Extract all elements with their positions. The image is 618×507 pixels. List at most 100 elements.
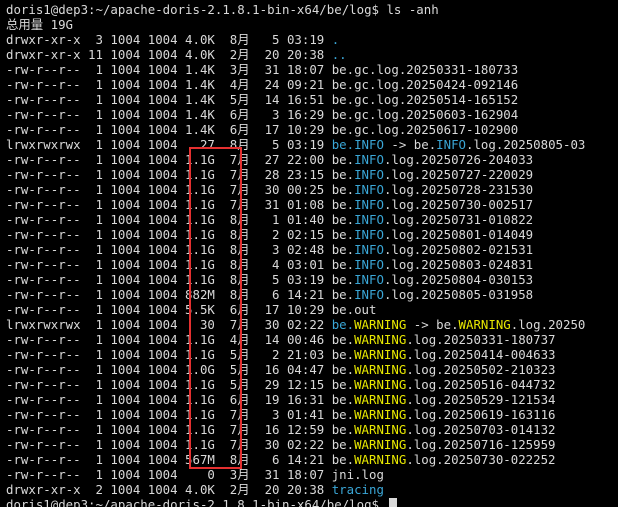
file-name-prefix: be. xyxy=(331,242,355,257)
file-name-prefix: be. xyxy=(331,257,355,272)
file-metadata: -rw-r--r-- 1 1004 1004 1.1G 6月 19 16:31 xyxy=(6,392,332,407)
listing-row: -rw-r--r-- 1 1004 1004 1.1G 8月 3 02:48 b… xyxy=(0,242,618,257)
file-metadata: -rw-r--r-- 1 1004 1004 0 3月 31 18:07 xyxy=(6,467,332,482)
listing-row: -rw-r--r-- 1 1004 1004 1.1G 7月 3 01:41 b… xyxy=(0,407,618,422)
file-metadata: -rw-r--r-- 1 1004 1004 1.1G 8月 2 02:15 xyxy=(6,227,332,242)
file-name-suffix: .log.20250516-044732 xyxy=(406,377,556,392)
listing-row: -rw-r--r-- 1 1004 1004 1.1G 8月 2 02:15 b… xyxy=(0,227,618,242)
listing-row: -rw-r--r-- 1 1004 1004 1.4K 6月 3 16:29 b… xyxy=(0,107,618,122)
file-name-prefix: be. xyxy=(331,152,355,167)
file-name-prefix: be. xyxy=(331,437,355,452)
file-name-suffix: .log.20250331-180737 xyxy=(406,332,556,347)
terminal-window[interactable]: doris1@dep3:~/apache-doris-2.1.8.1-bin-x… xyxy=(0,0,618,507)
file-metadata: -rw-r--r-- 1 1004 1004 1.4K 3月 31 18:07 xyxy=(6,62,332,77)
file-name: . xyxy=(331,32,340,47)
file-name-prefix: be. xyxy=(331,182,355,197)
file-metadata: -rw-r--r-- 1 1004 1004 1.1G 8月 5 03:19 xyxy=(6,272,332,287)
log-level-keyword: INFO xyxy=(354,287,384,302)
file-metadata: -rw-r--r-- 1 1004 1004 1.0G 5月 16 04:47 xyxy=(6,362,332,377)
file-metadata: -rw-r--r-- 1 1004 1004 1.1G 7月 30 00:25 xyxy=(6,182,332,197)
file-metadata: -rw-r--r-- 1 1004 1004 1.1G 7月 27 22:00 xyxy=(6,152,332,167)
log-level-keyword: WARNING xyxy=(354,422,407,437)
file-name-prefix: be. xyxy=(331,362,355,377)
file-name-suffix: .log.20250728-231530 xyxy=(383,182,534,197)
listing-row: -rw-r--r-- 1 1004 1004 1.1G 4月 14 00:46 … xyxy=(0,332,618,347)
log-level-keyword: WARNING xyxy=(354,347,407,362)
listing-row: drwxr-xr-x 11 1004 1004 4.0K 2月 20 20:38… xyxy=(0,47,618,62)
file-metadata: drwxr-xr-x 3 1004 1004 4.0K 8月 5 03:19 xyxy=(6,32,332,47)
file-metadata: -rw-r--r-- 1 1004 1004 1.1G 7月 30 02:22 xyxy=(6,437,332,452)
listing-row: -rw-r--r-- 1 1004 1004 1.4K 5月 14 16:51 … xyxy=(0,92,618,107)
final-prompt-line[interactable]: doris1@dep3:~/apache-doris-2.1.8.1-bin-x… xyxy=(0,497,618,507)
symlink-target-suffix: .log.20250805-03 xyxy=(466,137,586,152)
listing-row: -rw-r--r-- 1 1004 1004 882M 8月 6 14:21 b… xyxy=(0,287,618,302)
file-name-suffix: .log.20250803-024831 xyxy=(383,257,534,272)
log-level-keyword: WARNING xyxy=(354,407,407,422)
file-name-prefix: be. xyxy=(331,422,355,437)
total-usage-line: 总用量 19G xyxy=(6,17,74,32)
listing-row: -rw-r--r-- 1 1004 1004 1.4K 3月 31 18:07 … xyxy=(0,62,618,77)
file-name-prefix: be. xyxy=(331,392,355,407)
log-level-keyword: WARNING xyxy=(354,332,407,347)
file-name-prefix: be. xyxy=(331,272,355,287)
file-name-suffix: .log.20250801-014049 xyxy=(383,227,534,242)
file-name-suffix: .log.20250727-220029 xyxy=(383,167,534,182)
file-name: be.gc.log.20250617-102900 xyxy=(331,122,519,137)
typed-command: ls -anh xyxy=(379,2,439,17)
log-level-keyword: INFO xyxy=(436,137,467,152)
file-metadata: -rw-r--r-- 1 1004 1004 1.4K 6月 17 10:29 xyxy=(6,122,332,137)
listing-row: -rw-r--r-- 1 1004 1004 1.1G 7月 31 01:08 … xyxy=(0,197,618,212)
listing-row: -rw-r--r-- 1 1004 1004 1.1G 7月 30 02:22 … xyxy=(0,437,618,452)
file-name-suffix: .log.20250703-014132 xyxy=(406,422,556,437)
file-name-suffix: .log.20250802-021531 xyxy=(383,242,534,257)
file-metadata: drwxr-xr-x 2 1004 1004 4.0K 2月 20 20:38 xyxy=(6,482,332,497)
file-metadata: -rw-r--r-- 1 1004 1004 1.1G 5月 29 12:15 xyxy=(6,377,332,392)
listing-row: -rw-r--r-- 1 1004 1004 1.1G 5月 2 21:03 b… xyxy=(0,347,618,362)
listing-row: drwxr-xr-x 3 1004 1004 4.0K 8月 5 03:19 . xyxy=(0,32,618,47)
file-metadata: -rw-r--r-- 1 1004 1004 5.5K 6月 17 10:29 xyxy=(6,302,332,317)
symlink-arrow: -> xyxy=(383,137,414,152)
file-name-prefix: be. xyxy=(331,197,355,212)
symlink-name-prefix: be. xyxy=(331,317,355,332)
log-level-keyword: WARNING xyxy=(354,317,407,332)
listing-row: -rw-r--r-- 1 1004 1004 1.1G 7月 27 22:00 … xyxy=(0,152,618,167)
log-level-keyword: INFO xyxy=(354,242,384,257)
symlink-target-suffix: .log.20250 xyxy=(510,317,586,332)
log-level-keyword: INFO xyxy=(354,212,384,227)
symlink-target-prefix: be. xyxy=(436,317,459,332)
log-level-keyword: INFO xyxy=(354,152,384,167)
file-metadata: -rw-r--r-- 1 1004 1004 1.4K 4月 24 09:21 xyxy=(6,77,332,92)
file-metadata: -rw-r--r-- 1 1004 1004 1.1G 8月 1 01:40 xyxy=(6,212,332,227)
file-name-suffix: .log.20250731-010822 xyxy=(383,212,534,227)
file-metadata: lrwxrwxrwx 1 1004 1004 27 8月 5 03:19 xyxy=(6,137,332,152)
file-name: .. xyxy=(331,47,347,62)
listing-row: -rw-r--r-- 1 1004 1004 1.1G 8月 1 01:40 b… xyxy=(0,212,618,227)
symlink-target-prefix: be. xyxy=(413,137,437,152)
command-line: doris1@dep3:~/apache-doris-2.1.8.1-bin-x… xyxy=(0,2,618,17)
log-level-keyword: WARNING xyxy=(458,317,511,332)
listing-row: -rw-r--r-- 1 1004 1004 567M 8月 6 14:21 b… xyxy=(0,452,618,467)
listing-row: -rw-r--r-- 1 1004 1004 1.4K 4月 24 09:21 … xyxy=(0,77,618,92)
file-name-suffix: .log.20250730-002517 xyxy=(383,197,534,212)
file-name: tracing xyxy=(331,482,384,497)
log-level-keyword: INFO xyxy=(354,182,384,197)
listing-row: -rw-r--r-- 1 1004 1004 1.1G 6月 19 16:31 … xyxy=(0,392,618,407)
file-name-prefix: be. xyxy=(331,227,355,242)
listing-row: -rw-r--r-- 1 1004 1004 1.1G 7月 28 23:15 … xyxy=(0,167,618,182)
file-name-prefix: be. xyxy=(331,347,355,362)
file-name-prefix: be. xyxy=(331,287,355,302)
file-metadata: drwxr-xr-x 11 1004 1004 4.0K 2月 20 20:38 xyxy=(6,47,332,62)
file-metadata: lrwxrwxrwx 1 1004 1004 30 7月 30 02:22 xyxy=(6,317,332,332)
file-name-suffix: .log.20250619-163116 xyxy=(406,407,556,422)
file-metadata: -rw-r--r-- 1 1004 1004 1.4K 5月 14 16:51 xyxy=(6,92,332,107)
file-name: be.gc.log.20250424-092146 xyxy=(331,77,519,92)
symlink-name-prefix: be. xyxy=(331,137,355,152)
file-metadata: -rw-r--r-- 1 1004 1004 882M 8月 6 14:21 xyxy=(6,287,332,302)
shell-prompt: doris1@dep3:~/apache-doris-2.1.8.1-bin-x… xyxy=(6,2,379,17)
file-name: be.out xyxy=(331,302,377,317)
file-name: be.gc.log.20250331-180733 xyxy=(331,62,519,77)
file-name-suffix: .log.20250805-031958 xyxy=(383,287,534,302)
file-name-suffix: .log.20250414-004633 xyxy=(406,347,556,362)
file-name: be.gc.log.20250514-165152 xyxy=(331,92,519,107)
file-name-suffix: .log.20250804-030153 xyxy=(383,272,534,287)
